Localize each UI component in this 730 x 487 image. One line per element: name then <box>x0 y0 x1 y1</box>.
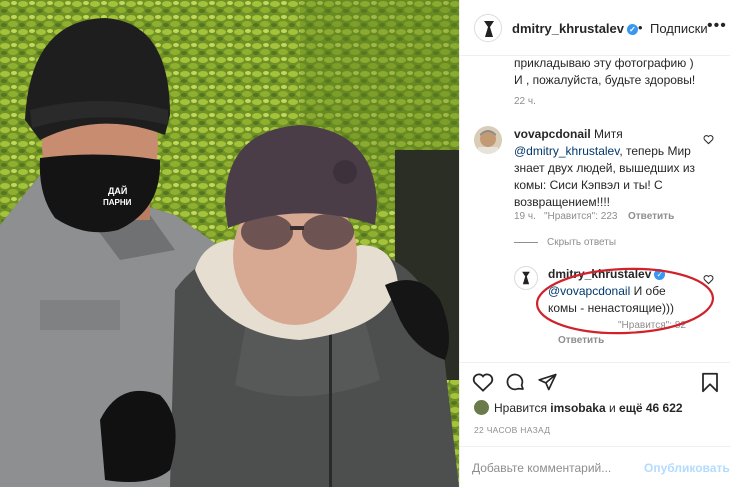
like-heart-icon[interactable] <box>472 372 494 392</box>
publish-comment-button[interactable]: Опубликовать <box>644 461 730 475</box>
commenter-avatar-icon <box>474 126 502 154</box>
liker-username[interactable]: imsobaka <box>550 401 605 415</box>
more-options-icon[interactable]: ••• <box>707 17 727 35</box>
comment-bubble-icon[interactable] <box>505 372 526 393</box>
author-username-text[interactable]: dmitry_khrustalev <box>512 21 624 36</box>
caption-line-2: И , пожалуйста, будьте здоровы! <box>514 73 696 87</box>
mask-label-2: ПАРНИ <box>103 198 132 207</box>
comment-input[interactable] <box>472 459 642 477</box>
comment-text-cont: , теперь Мир <box>619 144 691 158</box>
share-paper-plane-icon[interactable] <box>537 372 558 392</box>
author-avatar-icon <box>475 15 501 41</box>
liker-avatar[interactable] <box>474 400 489 415</box>
following-button[interactable]: Подписки <box>650 21 708 36</box>
commenter-avatar[interactable] <box>474 126 502 154</box>
comment-text-start: Митя <box>594 127 623 141</box>
comment-likes-count[interactable]: "Нравится": 223 <box>544 211 617 222</box>
hide-replies-line <box>514 242 538 243</box>
post-actions-bar <box>460 362 730 402</box>
comment-timestamp[interactable]: 19 ч. <box>514 211 536 222</box>
comment-like-heart-icon[interactable] <box>703 134 714 145</box>
comment-mention[interactable]: @dmitry_khrustalev <box>514 144 619 158</box>
comment-text-line-4: комы: Сиси Кэпвэл и ты! С <box>514 178 663 192</box>
comments-list[interactable]: прикладываю эту фотографию ) И , пожалуй… <box>460 56 730 362</box>
comment-text-line-3: знает двух людей, вышедших из <box>514 161 696 175</box>
post-details-panel: dmitry_khrustalev ✓ • Подписки ••• прикла… <box>459 0 730 487</box>
author-username[interactable]: dmitry_khrustalev ✓ <box>512 21 638 36</box>
hide-replies-button[interactable]: Скрыть ответы <box>547 237 616 248</box>
likes-and: и <box>609 401 616 415</box>
author-avatar[interactable] <box>474 14 502 42</box>
comment-text-line-2: @dmitry_khrustalev, теперь Мир <box>514 143 691 160</box>
post-header: dmitry_khrustalev ✓ • Подписки ••• <box>460 0 730 56</box>
verified-badge-icon: ✓ <box>627 24 638 35</box>
likes-prefix: Нравится <box>494 401 547 415</box>
caption-line-1: прикладываю эту фотографию ) <box>514 56 694 70</box>
red-annotation-ellipse <box>535 267 715 335</box>
post-photo-image: ДАЙ ПАРНИ <box>0 0 459 487</box>
comment-reply-button[interactable]: Ответить <box>628 211 674 222</box>
comment-username[interactable]: vovapcdonail <box>514 127 591 141</box>
add-comment-bar: Опубликовать <box>460 446 730 487</box>
likes-summary: Нравится imsobaka и ещё 46 622 <box>474 400 683 415</box>
comment-text-line-1: vovapcdonail Митя <box>514 126 623 143</box>
likes-count[interactable]: ещё 46 622 <box>619 401 683 415</box>
comment-text-line-5: возвращением!!!! <box>514 195 611 209</box>
caption-timestamp[interactable]: 22 ч. <box>514 96 536 107</box>
mask-label-1: ДАЙ <box>108 185 127 196</box>
post-photo[interactable]: ДАЙ ПАРНИ <box>0 0 459 487</box>
save-bookmark-icon[interactable] <box>701 372 719 393</box>
header-separator: • <box>638 20 643 35</box>
post-timestamp[interactable]: 22 ЧАСОВ НАЗАД <box>474 425 550 435</box>
